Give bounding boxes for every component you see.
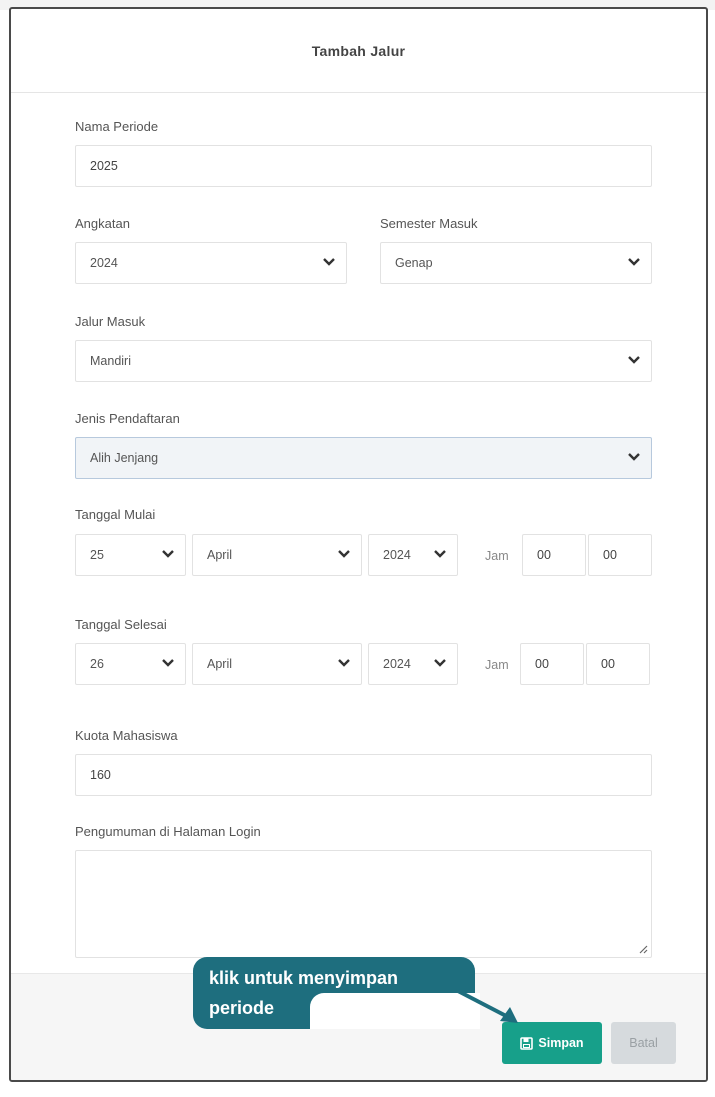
chevron-down-icon [434,550,446,558]
tanggal-selesai-month-value: April [207,657,233,671]
chevron-down-icon [338,550,350,558]
semester-masuk-label: Semester Masuk [380,216,478,231]
chevron-down-icon [434,659,446,667]
tanggal-mulai-label: Tanggal Mulai [75,507,156,522]
chevron-down-icon [628,258,640,266]
jalur-masuk-value: Mandiri [90,354,131,368]
tanggal-selesai-year-value: 2024 [383,657,411,671]
nama-periode-value: 2025 [90,159,118,173]
tanggal-selesai-hour-input[interactable]: 00 [520,643,584,685]
tanggal-mulai-minute-value: 00 [603,548,617,562]
jenis-pendaftaran-select[interactable]: Alih Jenjang [75,437,652,479]
tanggal-selesai-day-value: 26 [90,657,104,671]
tanggal-mulai-day-value: 25 [90,548,104,562]
angkatan-select[interactable]: 2024 [75,242,347,284]
kuota-mahasiswa-input[interactable]: 160 [75,754,652,796]
pengumuman-label: Pengumuman di Halaman Login [75,824,261,839]
nama-periode-input[interactable]: 2025 [75,145,652,187]
semester-masuk-select[interactable]: Genap [380,242,652,284]
tanggal-mulai-day-select[interactable]: 25 [75,534,186,576]
tanggal-mulai-jam-label: Jam [485,549,509,563]
tambah-jalur-modal: Tambah Jalur Nama Periode 2025 Angkatan … [9,7,708,1082]
tanggal-mulai-hour-value: 00 [537,548,551,562]
jenis-pendaftaran-value: Alih Jenjang [90,451,159,465]
chevron-down-icon [628,356,640,364]
callout-line-1: klik untuk menyimpan [209,968,399,988]
chevron-down-icon [323,258,335,266]
jalur-masuk-label: Jalur Masuk [75,314,146,329]
kuota-mahasiswa-value: 160 [90,768,111,782]
tanggal-mulai-minute-input[interactable]: 00 [588,534,652,576]
jalur-masuk-select[interactable]: Mandiri [75,340,652,382]
angkatan-value: 2024 [90,256,118,270]
modal-title: Tambah Jalur [311,42,406,59]
tanggal-mulai-month-select[interactable]: April [192,534,362,576]
modal-body: Nama Periode 2025 Angkatan 2024 Semester… [11,93,706,973]
jenis-pendaftaran-label: Jenis Pendaftaran [75,411,180,426]
tanggal-selesai-label: Tanggal Selesai [75,617,167,632]
pengumuman-textarea[interactable] [75,850,652,958]
tanggal-mulai-year-value: 2024 [383,548,411,562]
tanggal-selesai-day-select[interactable]: 26 [75,643,186,685]
angkatan-label: Angkatan [75,216,130,231]
semester-masuk-value: Genap [395,256,433,270]
modal-header: Tambah Jalur [11,9,706,93]
tanggal-mulai-hour-input[interactable]: 00 [522,534,586,576]
tanggal-mulai-year-select[interactable]: 2024 [368,534,458,576]
tanggal-selesai-month-select[interactable]: April [192,643,362,685]
simpan-label: Simpan [538,1036,584,1050]
chevron-down-icon [628,453,640,461]
annotation-arrow-icon [456,989,518,1023]
batal-button[interactable]: Batal [611,1022,676,1064]
tanggal-mulai-month-value: April [207,548,233,562]
chevron-down-icon [338,659,350,667]
tanggal-selesai-hour-value: 00 [535,657,549,671]
batal-label: Batal [629,1036,658,1050]
tanggal-selesai-jam-label: Jam [485,658,509,672]
kuota-mahasiswa-label: Kuota Mahasiswa [75,728,178,743]
tanggal-selesai-year-select[interactable]: 2024 [368,643,458,685]
chevron-down-icon [162,659,174,667]
chevron-down-icon [162,550,174,558]
tanggal-selesai-minute-input[interactable]: 00 [586,643,650,685]
save-icon [520,1036,534,1050]
resize-handle-icon[interactable] [638,944,648,954]
nama-periode-label: Nama Periode [75,119,159,134]
tanggal-selesai-minute-value: 00 [601,657,615,671]
